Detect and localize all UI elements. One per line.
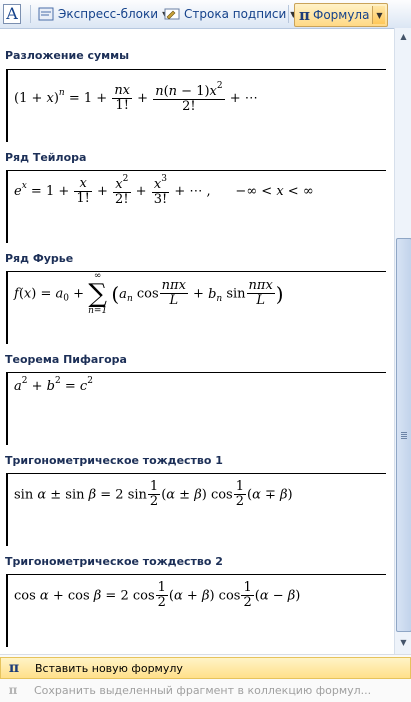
equation-gallery: Разложение суммы (1 + x)n = 1 + nx 1! + n… <box>0 28 394 654</box>
save-selection-label: Сохранить выделенный фрагмент в коллекци… <box>34 683 372 697</box>
signature-pen-icon <box>164 6 180 22</box>
formula-button[interactable]: π Формула ▼ <box>294 3 389 27</box>
equation-content: f(x) = a0 + ∞ ∑ n=1 (an cos nπx L + bn sin nπ… <box>14 271 284 316</box>
scroll-down-icon[interactable]: ▼ <box>396 635 411 650</box>
equation-trig-identity-1[interactable]: sin α ± sin β = 2 sin 1 2 (α ± β) cos 1 2 (α ∓… <box>6 473 386 546</box>
vertical-scrollbar[interactable]: ▲ ▼ <box>394 28 411 654</box>
grip-line <box>401 438 407 439</box>
separator <box>288 5 289 23</box>
section-title: Теорема Пифагора <box>5 353 127 366</box>
section-title: Ряд Фурье <box>5 252 74 265</box>
pi-icon: π <box>299 6 310 24</box>
section-title: Тригонометрическое тождество 1 <box>5 454 223 467</box>
formula-label: Формула <box>312 8 370 22</box>
formula-dropdown-arrow[interactable]: ▼ <box>372 6 386 24</box>
section-title: Ряд Тейлора <box>5 151 87 164</box>
grip-line <box>401 436 407 437</box>
insert-new-formula-label: Вставить новую формулу <box>35 661 183 675</box>
signature-line-label: Строка подписи <box>184 7 287 21</box>
insert-new-formula-item[interactable]: π Вставить новую формулу <box>0 657 411 679</box>
quick-parts-button[interactable]: Экспресс-блоки ▼ <box>38 3 168 25</box>
text-box-button[interactable]: A <box>3 3 21 25</box>
ribbon-toolbar: A Экспресс-блоки ▼ Строка подписи ▼ π Фо… <box>0 0 411 29</box>
equation-content: cos α + cos β = 2 cos 1 2 (α + β) cos 1 2 (α −… <box>14 580 301 611</box>
signature-line-button[interactable]: Строка подписи ▼ <box>164 3 296 25</box>
equation-content: ex = 1 + x 1! + x2 2! + x3 3! + ⋯ , −∞ < x … <box>14 174 314 208</box>
save-selection-item[interactable]: π Сохранить выделенный фрагмент в коллек… <box>0 679 411 701</box>
equation-content: sin α ± sin β = 2 sin 1 2 (α ± β) cos 1 2 (α ∓… <box>14 479 293 510</box>
section-title: Тригонометрическое тождество 2 <box>5 555 223 568</box>
pi-icon: π <box>8 660 20 676</box>
quick-parts-icon <box>38 6 54 22</box>
gallery-menu: π Вставить новую формулу π Сохранить выд… <box>0 654 411 702</box>
equation-taylor[interactable]: ex = 1 + x 1! + x2 2! + x3 3! + ⋯ , −∞ < x … <box>6 170 386 243</box>
separator <box>30 5 31 23</box>
chevron-down-icon: ▼ <box>376 10 383 20</box>
grip-line <box>401 432 407 433</box>
quick-parts-label: Экспресс-блоки <box>58 7 159 21</box>
equation-binomial[interactable]: (1 + x)n = 1 + nx 1! + n(n − 1)x2 2! + ⋯ <box>6 69 386 142</box>
scroll-up-icon[interactable]: ▲ <box>396 29 411 44</box>
equation-trig-identity-2[interactable]: cos α + cos β = 2 cos 1 2 (α + β) cos 1 2 (α −… <box>6 574 386 647</box>
section-title: Разложение суммы <box>5 49 130 62</box>
equation-fourier[interactable]: f(x) = a0 + ∞ ∑ n=1 (an cos nπx L + bn sin nπ… <box>6 271 386 344</box>
equation-pythagoras[interactable]: a2 + b2 = c2 <box>6 372 386 445</box>
equation-content: a2 + b2 = c2 <box>14 376 93 394</box>
save-formula-icon: π <box>8 683 18 697</box>
equation-content: (1 + x)n = 1 + nx 1! + n(n − 1)x2 2! + ⋯ <box>14 81 258 115</box>
grip-line <box>401 434 407 435</box>
text-box-icon: A <box>3 4 21 24</box>
scrollbar-thumb[interactable] <box>396 238 411 632</box>
